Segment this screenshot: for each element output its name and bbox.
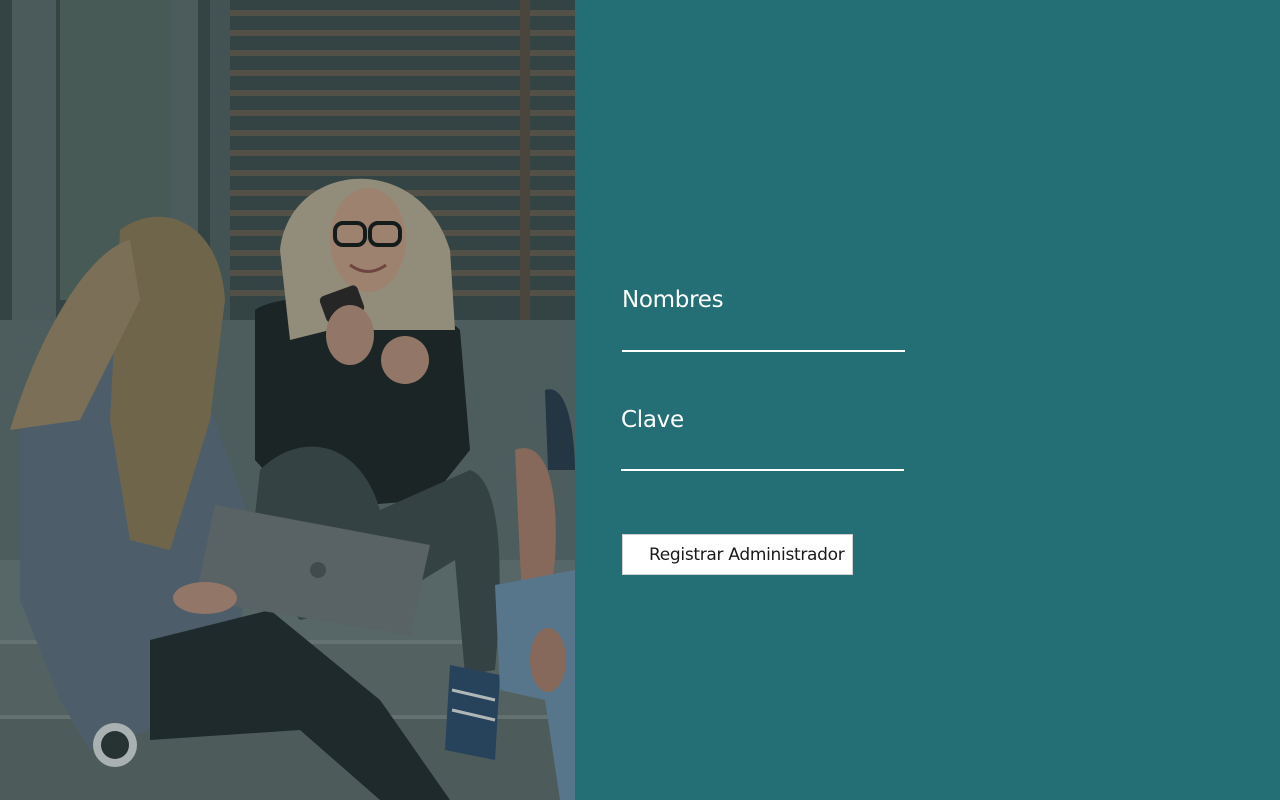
register-admin-button[interactable]: Registrar Administrador <box>622 534 853 575</box>
name-field[interactable] <box>622 324 905 352</box>
hero-photo <box>0 0 575 800</box>
password-label: Clave <box>621 407 684 433</box>
app-window: Nombres Clave Registrar Administrador <box>0 0 1280 800</box>
students-photo-icon <box>0 0 575 800</box>
name-label: Nombres <box>622 287 724 313</box>
login-form: Nombres Clave Registrar Administrador <box>575 0 1280 800</box>
password-field[interactable] <box>621 443 904 471</box>
